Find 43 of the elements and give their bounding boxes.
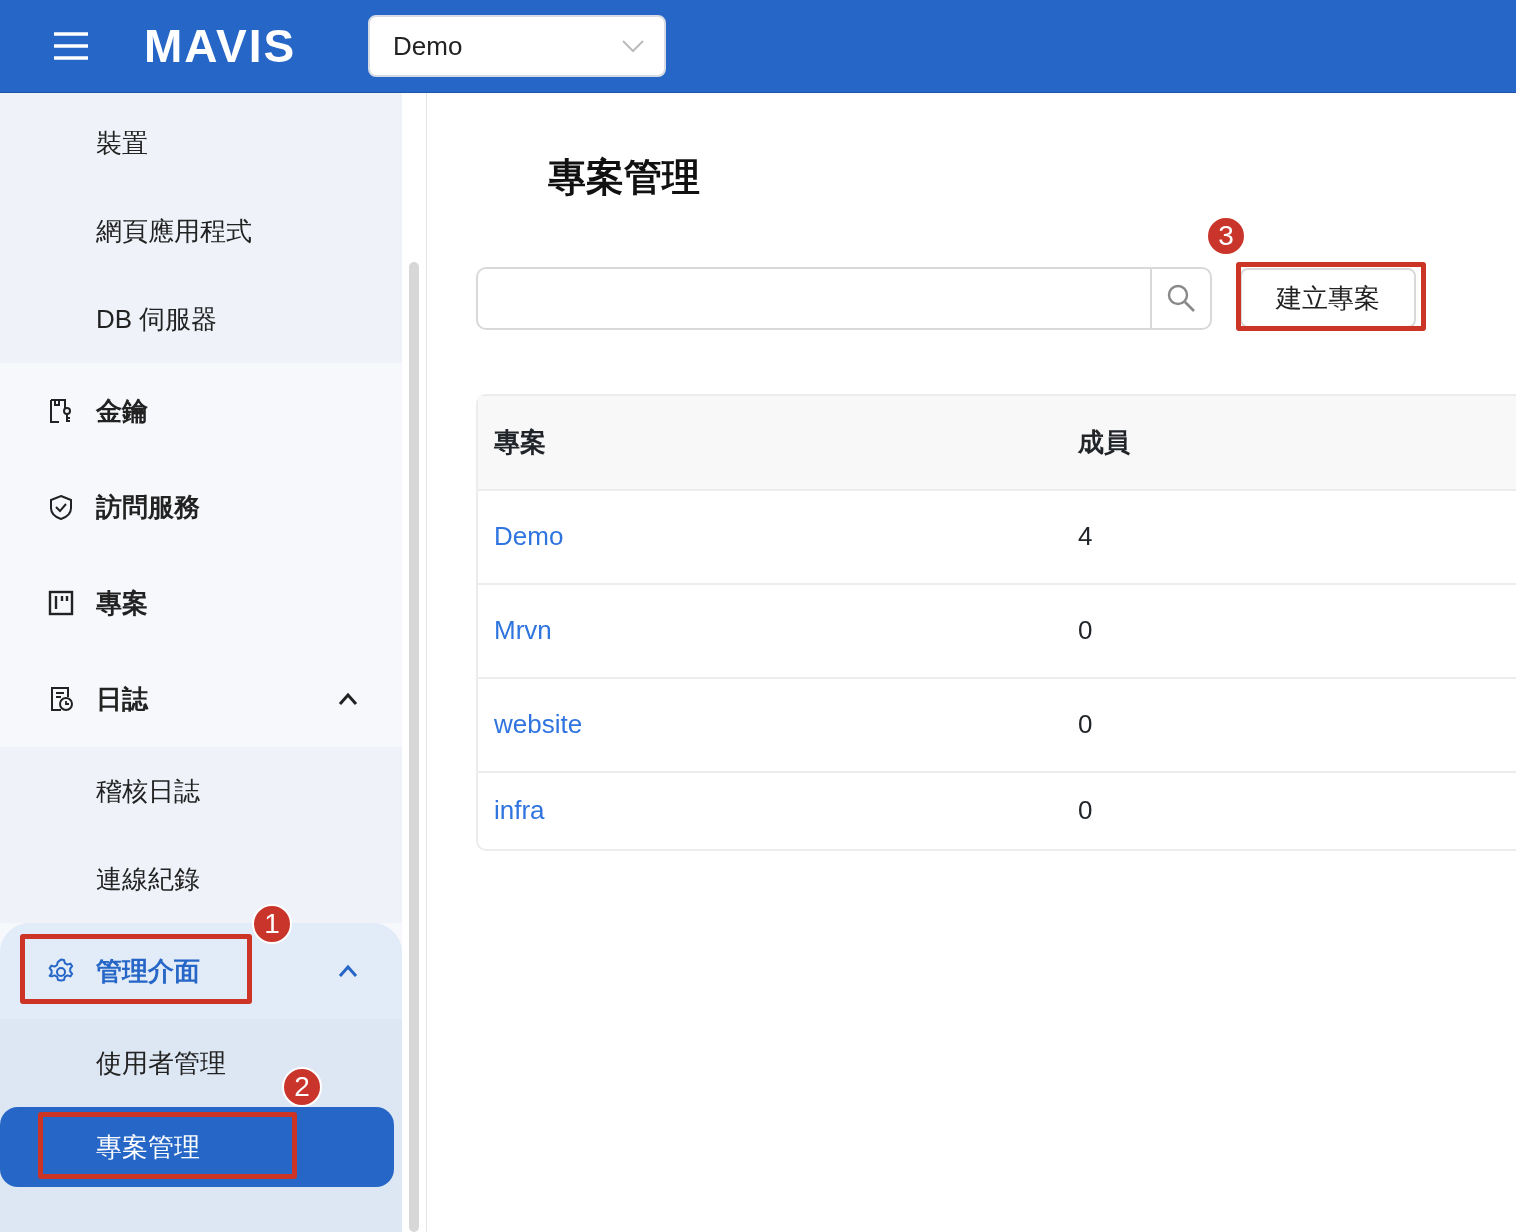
menu-icon	[54, 31, 88, 61]
shield-check-icon	[48, 494, 74, 520]
sidebar-item[interactable]: 網頁應用程式	[96, 211, 252, 251]
table-cell-text: 4	[1078, 520, 1094, 554]
sidebar-item[interactable]: 連線紀錄	[96, 859, 200, 899]
item-label: 訪問服務	[96, 490, 200, 524]
menu-button[interactable]	[54, 31, 88, 61]
sidebar-item[interactable]: 專案管理	[0, 1107, 395, 1187]
sidebar-item[interactable]: 裝置	[96, 123, 148, 163]
create-project-button[interactable]: 建立專案	[1240, 268, 1416, 329]
item-label: 專案	[96, 586, 148, 620]
table-cell-text: 0	[1078, 794, 1094, 828]
table-cell-text: 0	[1078, 708, 1094, 742]
item-label: 管理介面	[96, 954, 200, 988]
project-select[interactable]: Demo	[368, 15, 666, 77]
document-clock-icon	[48, 686, 74, 712]
column-header: 專案	[493, 425, 547, 459]
key-document-icon	[48, 398, 74, 424]
item-label: 金鑰	[96, 394, 148, 428]
gear-icon	[48, 958, 74, 984]
table-cell-text: 0	[1078, 614, 1094, 648]
sidebar-item[interactable]: 稽核日誌	[96, 771, 200, 811]
column-header: 成員	[1078, 425, 1131, 459]
sidebar-item[interactable]: 訪問服務	[0, 459, 403, 555]
chevron-down-icon	[622, 39, 644, 53]
item-label: 日誌	[96, 682, 148, 716]
select-value: Demo	[393, 29, 463, 63]
search-button[interactable]	[1150, 266, 1212, 330]
logo: MAVIS	[144, 18, 298, 74]
board-icon	[48, 590, 74, 616]
project-link[interactable]: website	[494, 709, 583, 740]
project-link[interactable]: Demo	[494, 521, 564, 552]
sidebar-item[interactable]: 使用者管理	[96, 1043, 226, 1083]
search-field[interactable]	[476, 266, 1150, 330]
sidebar-item[interactable]: 專案	[0, 555, 403, 651]
callout-number: 3	[1206, 216, 1246, 257]
sidebar-item[interactable]: DB 伺服器	[96, 299, 218, 339]
page-title: 專案管理	[548, 155, 701, 200]
sidebar-item[interactable]: 金鑰	[0, 363, 403, 459]
project-link[interactable]: infra	[494, 795, 545, 826]
search-icon	[1166, 283, 1196, 314]
sidebar-item[interactable]: 日誌	[0, 651, 403, 747]
project-link[interactable]: Mrvn	[494, 615, 552, 646]
